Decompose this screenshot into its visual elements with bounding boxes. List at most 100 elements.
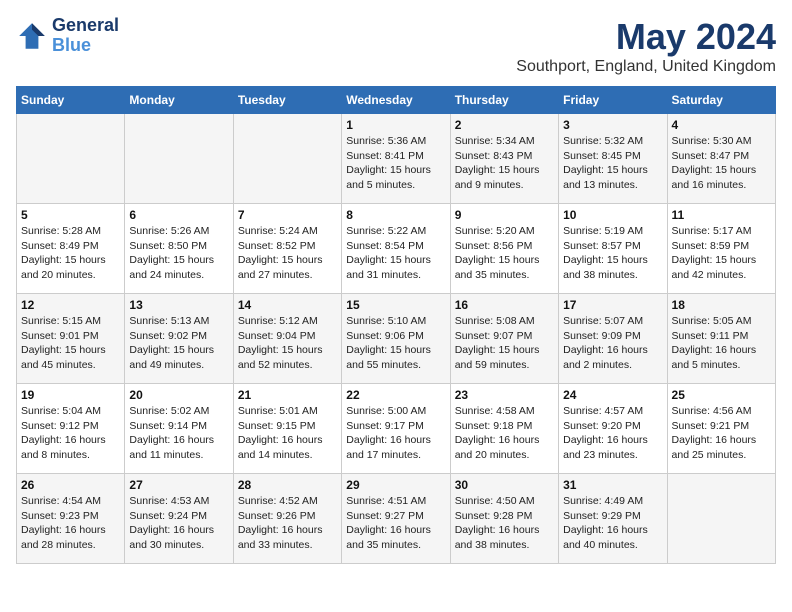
month-title: May 2024 [516,16,776,58]
day-number: 31 [563,478,662,492]
day-number: 6 [129,208,228,222]
week-row-2: 5Sunrise: 5:28 AM Sunset: 8:49 PM Daylig… [17,204,776,294]
day-number: 8 [346,208,445,222]
day-number: 17 [563,298,662,312]
calendar-cell: 19 Sunrise: 5:04 AM Sunset: 9:12 PM Dayli… [17,384,125,474]
day-number: 30 [455,478,554,492]
calendar-cell: 11 Sunrise: 5:17 AM Sunset: 8:59 PM Dayli… [667,204,775,294]
weekday-header-monday: Monday [125,87,233,114]
day-info: Sunrise: 5:19 AM Sunset: 8:57 PM Dayligh… [563,224,662,283]
calendar-cell [667,474,775,564]
day-info: Sunrise: 5:32 AM Sunset: 8:45 PM Dayligh… [563,134,662,193]
day-info: Sunrise: 4:49 AM Sunset: 9:29 PM Dayligh… [563,494,662,553]
calendar-cell: 17Sunrise: 5:07 AM Sunset: 9:09 PM Dayli… [559,294,667,384]
day-info: Sunrise: 5:24 AM Sunset: 8:52 PM Dayligh… [238,224,337,283]
calendar-cell: 29 Sunrise: 4:51 AM Sunset: 9:27 PM Dayli… [342,474,450,564]
calendar-cell: 23 Sunrise: 4:58 AM Sunset: 9:18 PM Dayli… [450,384,558,474]
weekday-header-row: SundayMondayTuesdayWednesdayThursdayFrid… [17,87,776,114]
calendar-cell: 2 Sunrise: 5:34 AM Sunset: 8:43 PM Daylig… [450,114,558,204]
calendar-cell: 12 Sunrise: 5:15 AM Sunset: 9:01 PM Dayli… [17,294,125,384]
calendar-cell: 28Sunrise: 4:52 AM Sunset: 9:26 PM Dayli… [233,474,341,564]
calendar-cell: 6 Sunrise: 5:26 AM Sunset: 8:50 PM Daylig… [125,204,233,294]
calendar-cell: 27 Sunrise: 4:53 AM Sunset: 9:24 PM Dayli… [125,474,233,564]
day-info: Sunrise: 5:26 AM Sunset: 8:50 PM Dayligh… [129,224,228,283]
calendar-cell: 25Sunrise: 4:56 AM Sunset: 9:21 PM Dayli… [667,384,775,474]
day-number: 7 [238,208,337,222]
logo-line1: General [52,16,119,36]
day-number: 29 [346,478,445,492]
day-info: Sunrise: 5:17 AM Sunset: 8:59 PM Dayligh… [672,224,771,283]
week-row-1: 1 Sunrise: 5:36 AM Sunset: 8:41 PM Daylig… [17,114,776,204]
day-info: Sunrise: 5:34 AM Sunset: 8:43 PM Dayligh… [455,134,554,193]
day-number: 3 [563,118,662,132]
weekday-header-wednesday: Wednesday [342,87,450,114]
weekday-header-sunday: Sunday [17,87,125,114]
calendar-cell: 30 Sunrise: 4:50 AM Sunset: 9:28 PM Dayli… [450,474,558,564]
week-row-5: 26 Sunrise: 4:54 AM Sunset: 9:23 PM Dayli… [17,474,776,564]
calendar-cell: 4Sunrise: 5:30 AM Sunset: 8:47 PM Daylig… [667,114,775,204]
week-row-3: 12 Sunrise: 5:15 AM Sunset: 9:01 PM Dayli… [17,294,776,384]
calendar-cell: 9Sunrise: 5:20 AM Sunset: 8:56 PM Daylig… [450,204,558,294]
day-info: Sunrise: 5:01 AM Sunset: 9:15 PM Dayligh… [238,404,337,463]
day-info: Sunrise: 4:51 AM Sunset: 9:27 PM Dayligh… [346,494,445,553]
day-info: Sunrise: 5:30 AM Sunset: 8:47 PM Dayligh… [672,134,771,193]
day-number: 14 [238,298,337,312]
day-info: Sunrise: 5:15 AM Sunset: 9:01 PM Dayligh… [21,314,120,373]
day-number: 19 [21,388,120,402]
day-info: Sunrise: 5:10 AM Sunset: 9:06 PM Dayligh… [346,314,445,373]
day-number: 12 [21,298,120,312]
calendar-cell: 13Sunrise: 5:13 AM Sunset: 9:02 PM Dayli… [125,294,233,384]
day-info: Sunrise: 5:08 AM Sunset: 9:07 PM Dayligh… [455,314,554,373]
day-number: 20 [129,388,228,402]
calendar-cell: 21 Sunrise: 5:01 AM Sunset: 9:15 PM Dayli… [233,384,341,474]
day-number: 27 [129,478,228,492]
weekday-header-thursday: Thursday [450,87,558,114]
weekday-header-saturday: Saturday [667,87,775,114]
day-info: Sunrise: 4:54 AM Sunset: 9:23 PM Dayligh… [21,494,120,553]
calendar-cell [17,114,125,204]
day-info: Sunrise: 5:05 AM Sunset: 9:11 PM Dayligh… [672,314,771,373]
calendar-cell: 20Sunrise: 5:02 AM Sunset: 9:14 PM Dayli… [125,384,233,474]
calendar-cell: 18Sunrise: 5:05 AM Sunset: 9:11 PM Dayli… [667,294,775,384]
calendar-cell: 5Sunrise: 5:28 AM Sunset: 8:49 PM Daylig… [17,204,125,294]
day-info: Sunrise: 4:50 AM Sunset: 9:28 PM Dayligh… [455,494,554,553]
day-number: 22 [346,388,445,402]
logo-text: General Blue [52,16,119,56]
logo: General Blue [16,16,119,56]
calendar-cell: 10 Sunrise: 5:19 AM Sunset: 8:57 PM Dayli… [559,204,667,294]
day-info: Sunrise: 4:53 AM Sunset: 9:24 PM Dayligh… [129,494,228,553]
day-number: 21 [238,388,337,402]
day-info: Sunrise: 4:56 AM Sunset: 9:21 PM Dayligh… [672,404,771,463]
day-info: Sunrise: 4:58 AM Sunset: 9:18 PM Dayligh… [455,404,554,463]
day-info: Sunrise: 5:13 AM Sunset: 9:02 PM Dayligh… [129,314,228,373]
location-title: Southport, England, United Kingdom [516,58,776,76]
calendar-cell: 15 Sunrise: 5:10 AM Sunset: 9:06 PM Dayli… [342,294,450,384]
calendar-cell [233,114,341,204]
day-number: 28 [238,478,337,492]
calendar-cell: 1 Sunrise: 5:36 AM Sunset: 8:41 PM Daylig… [342,114,450,204]
day-info: Sunrise: 5:20 AM Sunset: 8:56 PM Dayligh… [455,224,554,283]
day-number: 15 [346,298,445,312]
calendar-cell [125,114,233,204]
day-info: Sunrise: 5:22 AM Sunset: 8:54 PM Dayligh… [346,224,445,283]
calendar-cell: 31 Sunrise: 4:49 AM Sunset: 9:29 PM Dayli… [559,474,667,564]
day-number: 23 [455,388,554,402]
day-number: 5 [21,208,120,222]
calendar-cell: 16Sunrise: 5:08 AM Sunset: 9:07 PM Dayli… [450,294,558,384]
day-number: 2 [455,118,554,132]
day-info: Sunrise: 5:04 AM Sunset: 9:12 PM Dayligh… [21,404,120,463]
day-number: 1 [346,118,445,132]
weekday-header-friday: Friday [559,87,667,114]
title-block: May 2024 Southport, England, United King… [516,16,776,76]
calendar-cell: 26 Sunrise: 4:54 AM Sunset: 9:23 PM Dayli… [17,474,125,564]
day-info: Sunrise: 5:36 AM Sunset: 8:41 PM Dayligh… [346,134,445,193]
day-info: Sunrise: 5:00 AM Sunset: 9:17 PM Dayligh… [346,404,445,463]
weekday-header-tuesday: Tuesday [233,87,341,114]
calendar-cell: 8 Sunrise: 5:22 AM Sunset: 8:54 PM Daylig… [342,204,450,294]
day-number: 26 [21,478,120,492]
calendar-cell: 3 Sunrise: 5:32 AM Sunset: 8:45 PM Daylig… [559,114,667,204]
calendar-table: SundayMondayTuesdayWednesdayThursdayFrid… [16,86,776,564]
day-number: 10 [563,208,662,222]
day-number: 11 [672,208,771,222]
week-row-4: 19 Sunrise: 5:04 AM Sunset: 9:12 PM Dayli… [17,384,776,474]
